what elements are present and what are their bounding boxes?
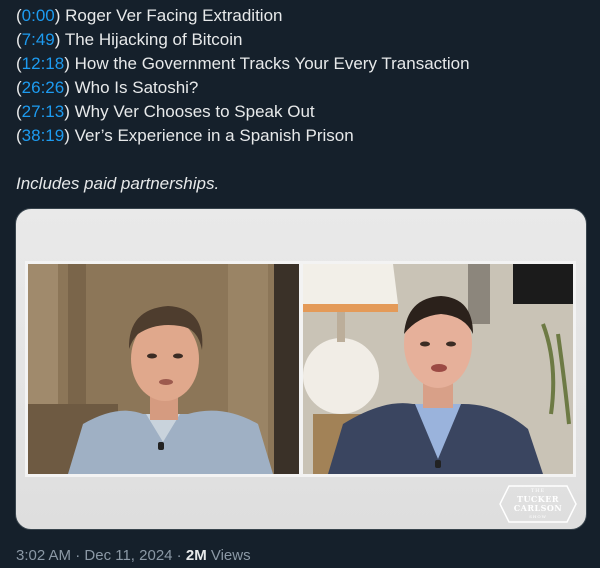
video-player[interactable]: THE TUCKER CARLSON SHOW — [15, 208, 587, 530]
chapter-timestamp-link[interactable]: 27:13 — [22, 102, 65, 121]
chapter-item: (27:13) Why Ver Chooses to Speak Out — [16, 102, 315, 121]
logo-text-line: SHOW — [529, 514, 547, 519]
chapter-item: (26:26) Who Is Satoshi? — [16, 78, 199, 97]
video-panel-guest — [300, 261, 576, 477]
chapter-title: Roger Ver Facing Extradition — [65, 6, 283, 25]
meta-separator: · — [172, 547, 186, 564]
chapter-title: The Hijacking of Bitcoin — [64, 30, 243, 49]
chapter-title: How the Government Tracks Your Every Tra… — [74, 54, 470, 73]
tweet: (0:00) Roger Ver Facing Extradition (7:4… — [0, 0, 600, 568]
chapter-timestamp-link[interactable]: 7:49 — [22, 30, 55, 49]
meta-separator: · — [71, 547, 85, 564]
paid-partnership-disclosure: Includes paid partnerships. — [16, 174, 220, 193]
chapter-list: (0:00) Roger Ver Facing Extradition (7:4… — [16, 4, 588, 148]
chapter-title: Ver’s Experience in a Spanish Prison — [74, 126, 354, 145]
chapter-timestamp-link[interactable]: 38:19 — [22, 126, 65, 145]
chapter-timestamp-link[interactable]: 26:26 — [22, 78, 65, 97]
chapter-title: Who Is Satoshi? — [74, 78, 199, 97]
tweet-metadata: 3:02 AM · Dec 11, 2024 · 2M Views — [16, 546, 251, 566]
guest-video-frame — [303, 264, 573, 474]
chapter-title: Why Ver Chooses to Speak Out — [74, 102, 315, 121]
host-video-frame — [28, 264, 299, 474]
chapter-item: (0:00) Roger Ver Facing Extradition — [16, 6, 283, 25]
show-logo: THE TUCKER CARLSON SHOW — [499, 485, 577, 523]
view-count: 2M — [185, 547, 207, 564]
logo-text-line: CARLSON — [513, 503, 563, 513]
chapter-item: (7:49) The Hijacking of Bitcoin — [16, 30, 243, 49]
chapter-timestamp-link[interactable]: 12:18 — [22, 54, 65, 73]
post-time-link[interactable]: 3:02 AM — [16, 547, 71, 564]
chapter-timestamp-link[interactable]: 0:00 — [22, 6, 55, 25]
views-label: Views — [206, 547, 251, 564]
chapter-item: (38:19) Ver’s Experience in a Spanish Pr… — [16, 126, 354, 145]
post-date-link[interactable]: Dec 11, 2024 — [84, 547, 172, 564]
chapter-item: (12:18) How the Government Tracks Your E… — [16, 54, 470, 73]
video-panel-host — [25, 261, 302, 477]
